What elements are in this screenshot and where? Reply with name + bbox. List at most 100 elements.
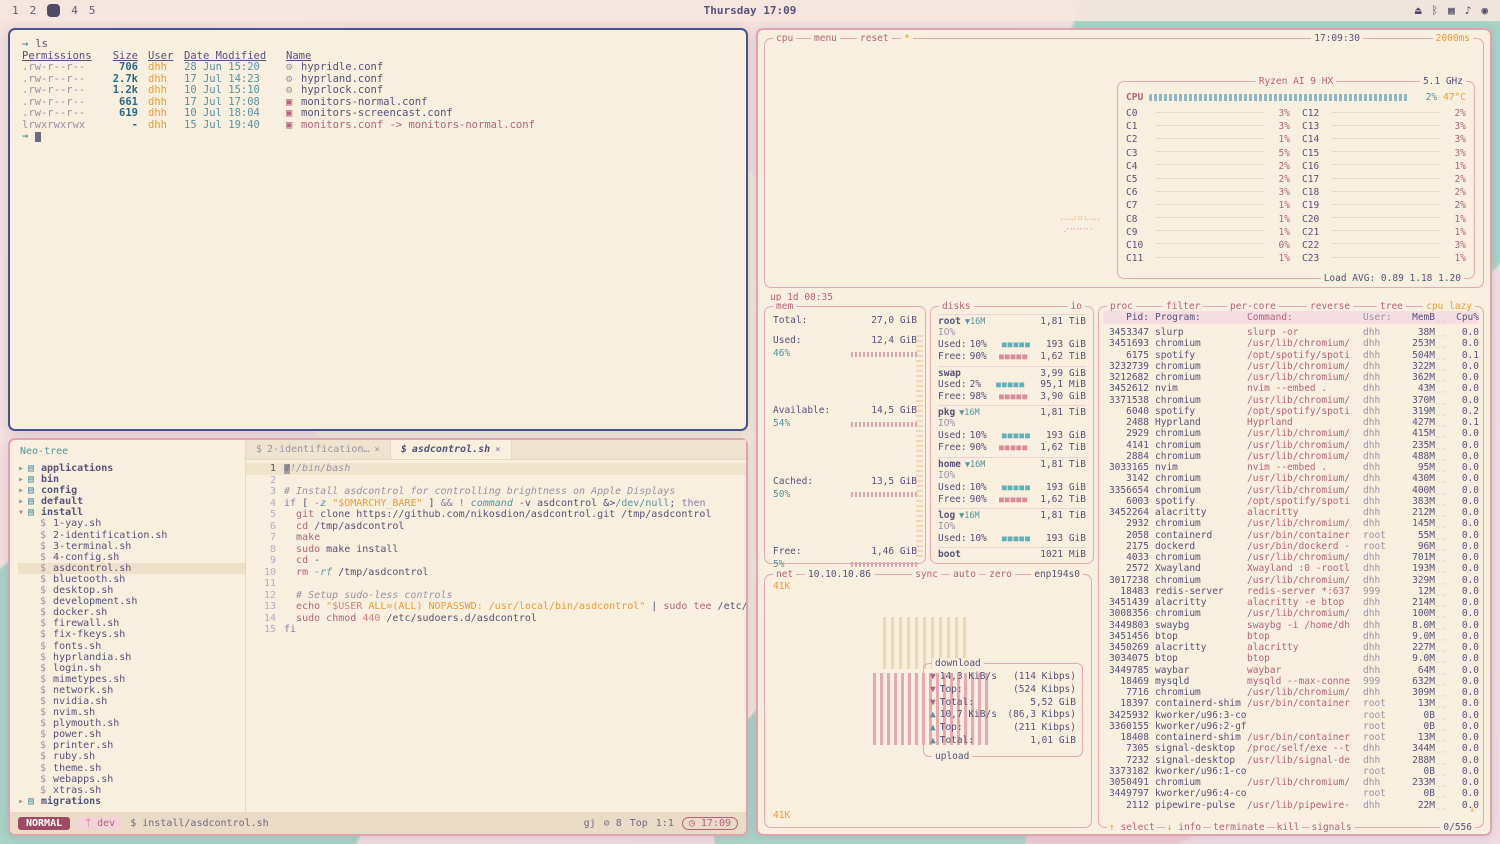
process-row[interactable]: 3449785 waybar waybar dhh 64M 0.0: [1103, 665, 1479, 676]
proc-action-button[interactable]: ↓ info: [1165, 822, 1203, 833]
process-row[interactable]: 2884 chromium /usr/lib/chromium/ dhh 488…: [1103, 451, 1479, 462]
tree-item[interactable]: $ power.sh: [18, 729, 245, 740]
cpu-tab[interactable]: cpu: [773, 33, 796, 44]
process-row[interactable]: 2932 chromium /usr/lib/chromium/ dhh 145…: [1103, 518, 1479, 529]
process-row[interactable]: 3373182 kworker/u96:1-co root 0B 0.0: [1103, 766, 1479, 777]
net-sync-toggle[interactable]: sync: [912, 569, 941, 580]
menu-button[interactable]: menu: [811, 33, 840, 44]
tray-icon[interactable]: ▦: [1448, 4, 1455, 17]
mem-tab[interactable]: mem: [773, 301, 796, 312]
tree-item[interactable]: ▸ ▤ applications: [18, 463, 245, 474]
process-row[interactable]: 3371538 chromium /usr/lib/chromium/ dhh …: [1103, 395, 1479, 406]
net-zero-toggle[interactable]: zero: [986, 569, 1015, 580]
process-row[interactable]: 18469 mysqld mysqld --max-conne 999 632M…: [1103, 676, 1479, 687]
process-row[interactable]: 3452612 nvim nvim --embed . dhh 43M 0.0: [1103, 383, 1479, 394]
tree-item[interactable]: $ fix-fkeys.sh: [18, 629, 245, 640]
process-row[interactable]: 2488 Hyprland Hyprland dhh 427M 0.1: [1103, 417, 1479, 428]
workspace-button[interactable]: 3: [47, 4, 60, 17]
process-row[interactable]: 3034075 btop btop dhh 9.0M 0.0: [1103, 653, 1479, 664]
col-cpu[interactable]: Cpu%: [1449, 311, 1479, 324]
process-row[interactable]: 3449803 swaybg swaybg -i /home/dh dhh 8.…: [1103, 620, 1479, 631]
tree-item[interactable]: $ asdcontrol.sh: [18, 563, 245, 574]
tree-item[interactable]: $ network.sh: [18, 685, 245, 696]
terminal-window[interactable]: → ls Permissions Size User Date Modified…: [8, 28, 748, 431]
proc-action-button[interactable]: kill: [1275, 822, 1302, 833]
process-row[interactable]: 3453347 slurp slurp -or dhh 38M 0.0: [1103, 327, 1479, 338]
tray-icon[interactable]: ◉: [1481, 4, 1488, 17]
tree-item[interactable]: ▸ ▤ bin: [18, 474, 245, 485]
proc-action-button[interactable]: ↑ select: [1107, 822, 1157, 833]
tree-item[interactable]: $ hyprlandia.sh: [18, 652, 245, 663]
tree-item[interactable]: ▾ ▤ install: [18, 507, 245, 518]
tree-item[interactable]: $ 2-identification.sh: [18, 530, 245, 541]
tray-icon[interactable]: ♪: [1465, 4, 1472, 17]
tree-item[interactable]: ▸ ▤ migrations: [18, 796, 245, 807]
process-row[interactable]: 3033165 nvim nvim --embed . dhh 95M 0.0: [1103, 462, 1479, 473]
process-row[interactable]: 7305 signal-desktop /proc/self/exe --t d…: [1103, 743, 1479, 754]
editor-tab[interactable]: $ asdcontrol.sh ×: [391, 440, 512, 459]
process-row[interactable]: 3451439 alacritty alacritty -e btop dhh …: [1103, 597, 1479, 608]
workspace-button[interactable]: 2: [30, 4, 37, 17]
disks-tab[interactable]: disks: [939, 301, 974, 312]
col-memory[interactable]: MemB: [1395, 311, 1435, 324]
process-row[interactable]: 4033 chromium /usr/lib/chromium/ dhh 701…: [1103, 552, 1479, 563]
tree-item[interactable]: $ docker.sh: [18, 607, 245, 618]
tree-item[interactable]: ▸ ▤ default: [18, 496, 245, 507]
btop-window[interactable]: cpu menu reset * 17:09:30 2000ms ⢀⣀⣠⣤⣄⣀⡀…: [756, 28, 1492, 836]
tree-item[interactable]: ▸ ▤ config: [18, 485, 245, 496]
tree-item[interactable]: $ ruby.sh: [18, 751, 245, 762]
tree-item[interactable]: $ 3-terminal.sh: [18, 541, 245, 552]
editor-buffer[interactable]: 1 #!/bin/bash 2 3 # Install asdcontrol f…: [246, 460, 746, 812]
process-row[interactable]: 3450269 alacritty alacritty dhh 227M 0.0: [1103, 642, 1479, 653]
process-row[interactable]: 3008356 chromium /usr/lib/chromium/ dhh …: [1103, 608, 1479, 619]
process-row[interactable]: 2058 containerd /usr/bin/container root …: [1103, 530, 1479, 541]
tree-item[interactable]: $ 1-yay.sh: [18, 518, 245, 529]
process-row[interactable]: 2929 chromium /usr/lib/chromium/ dhh 415…: [1103, 428, 1479, 439]
refresh-interval[interactable]: 2000ms: [1433, 33, 1473, 44]
net-tab[interactable]: net: [773, 569, 796, 580]
tree-item[interactable]: $ mimetypes.sh: [18, 674, 245, 685]
process-row[interactable]: 3452264 alacritty alacritty dhh 212M 0.0: [1103, 507, 1479, 518]
close-tab-icon[interactable]: ×: [374, 445, 379, 455]
process-row[interactable]: 3425932 kworker/u96:3-co root 0B 0.0: [1103, 710, 1479, 721]
reset-button[interactable]: reset: [857, 33, 892, 44]
tree-item[interactable]: $ theme.sh: [18, 763, 245, 774]
close-tab-icon[interactable]: ×: [495, 445, 500, 455]
tray-icon[interactable]: ᛒ: [1432, 4, 1439, 17]
process-row[interactable]: 7232 signal-desktop /usr/lib/signal-de d…: [1103, 755, 1479, 766]
proc-action-button[interactable]: signals: [1310, 822, 1354, 833]
tree-item[interactable]: $ nvim.sh: [18, 707, 245, 718]
col-program[interactable]: Program:: [1155, 311, 1247, 324]
workspace-button[interactable]: 1: [12, 4, 19, 17]
tree-item[interactable]: $ desktop.sh: [18, 585, 245, 596]
process-row[interactable]: 18397 containerd-shim /usr/bin/container…: [1103, 698, 1479, 709]
tree-item[interactable]: $ login.sh: [18, 663, 245, 674]
process-row[interactable]: 3451456 btop btop dhh 9.0M 0.0: [1103, 631, 1479, 642]
scroll-down-icon[interactable]: ↓: [1469, 804, 1475, 815]
process-row[interactable]: 18408 containerd-shim /usr/bin/container…: [1103, 732, 1479, 743]
process-row[interactable]: 3356654 chromium /usr/lib/chromium/ dhh …: [1103, 485, 1479, 496]
process-row[interactable]: 3451693 chromium /usr/lib/chromium/ dhh …: [1103, 338, 1479, 349]
tree-item[interactable]: $ bluetooth.sh: [18, 574, 245, 585]
proc-action-button[interactable]: terminate: [1211, 822, 1266, 833]
neovim-window[interactable]: Neo-tree ▸ ▤ applications ▸ ▤ bin: [8, 438, 748, 836]
net-interface[interactable]: enp194s0: [1031, 569, 1083, 580]
process-row[interactable]: 7716 chromium /usr/lib/chromium/ dhh 309…: [1103, 687, 1479, 698]
process-row[interactable]: 3142 chromium /usr/lib/chromium/ dhh 430…: [1103, 473, 1479, 484]
col-command[interactable]: Command:: [1247, 311, 1363, 324]
process-row[interactable]: 6003 spotify /opt/spotify/spoti dhh 383M…: [1103, 496, 1479, 507]
process-row[interactable]: 6040 spotify /opt/spotify/spoti dhh 319M…: [1103, 406, 1479, 417]
net-auto-toggle[interactable]: auto: [950, 569, 979, 580]
tree-item[interactable]: $ development.sh: [18, 596, 245, 607]
tree-item[interactable]: $ xtras.sh: [18, 785, 245, 796]
editor-tab[interactable]: $ 2-identification… ×: [246, 440, 391, 459]
process-row[interactable]: 3050491 chromium /usr/lib/chromium/ dhh …: [1103, 777, 1479, 788]
process-row[interactable]: 3449797 kworker/u96:4-co root 0B 0.0: [1103, 788, 1479, 799]
workspace-button[interactable]: 4: [71, 4, 78, 17]
col-pid[interactable]: Pid:: [1103, 311, 1155, 324]
tree-item[interactable]: $ 4-config.sh: [18, 552, 245, 563]
tree-item[interactable]: $ nvidia.sh: [18, 696, 245, 707]
process-row[interactable]: 3017238 chromium /usr/lib/chromium/ dhh …: [1103, 575, 1479, 586]
process-row[interactable]: 3212682 chromium /usr/lib/chromium/ dhh …: [1103, 372, 1479, 383]
tree-item[interactable]: $ printer.sh: [18, 740, 245, 751]
